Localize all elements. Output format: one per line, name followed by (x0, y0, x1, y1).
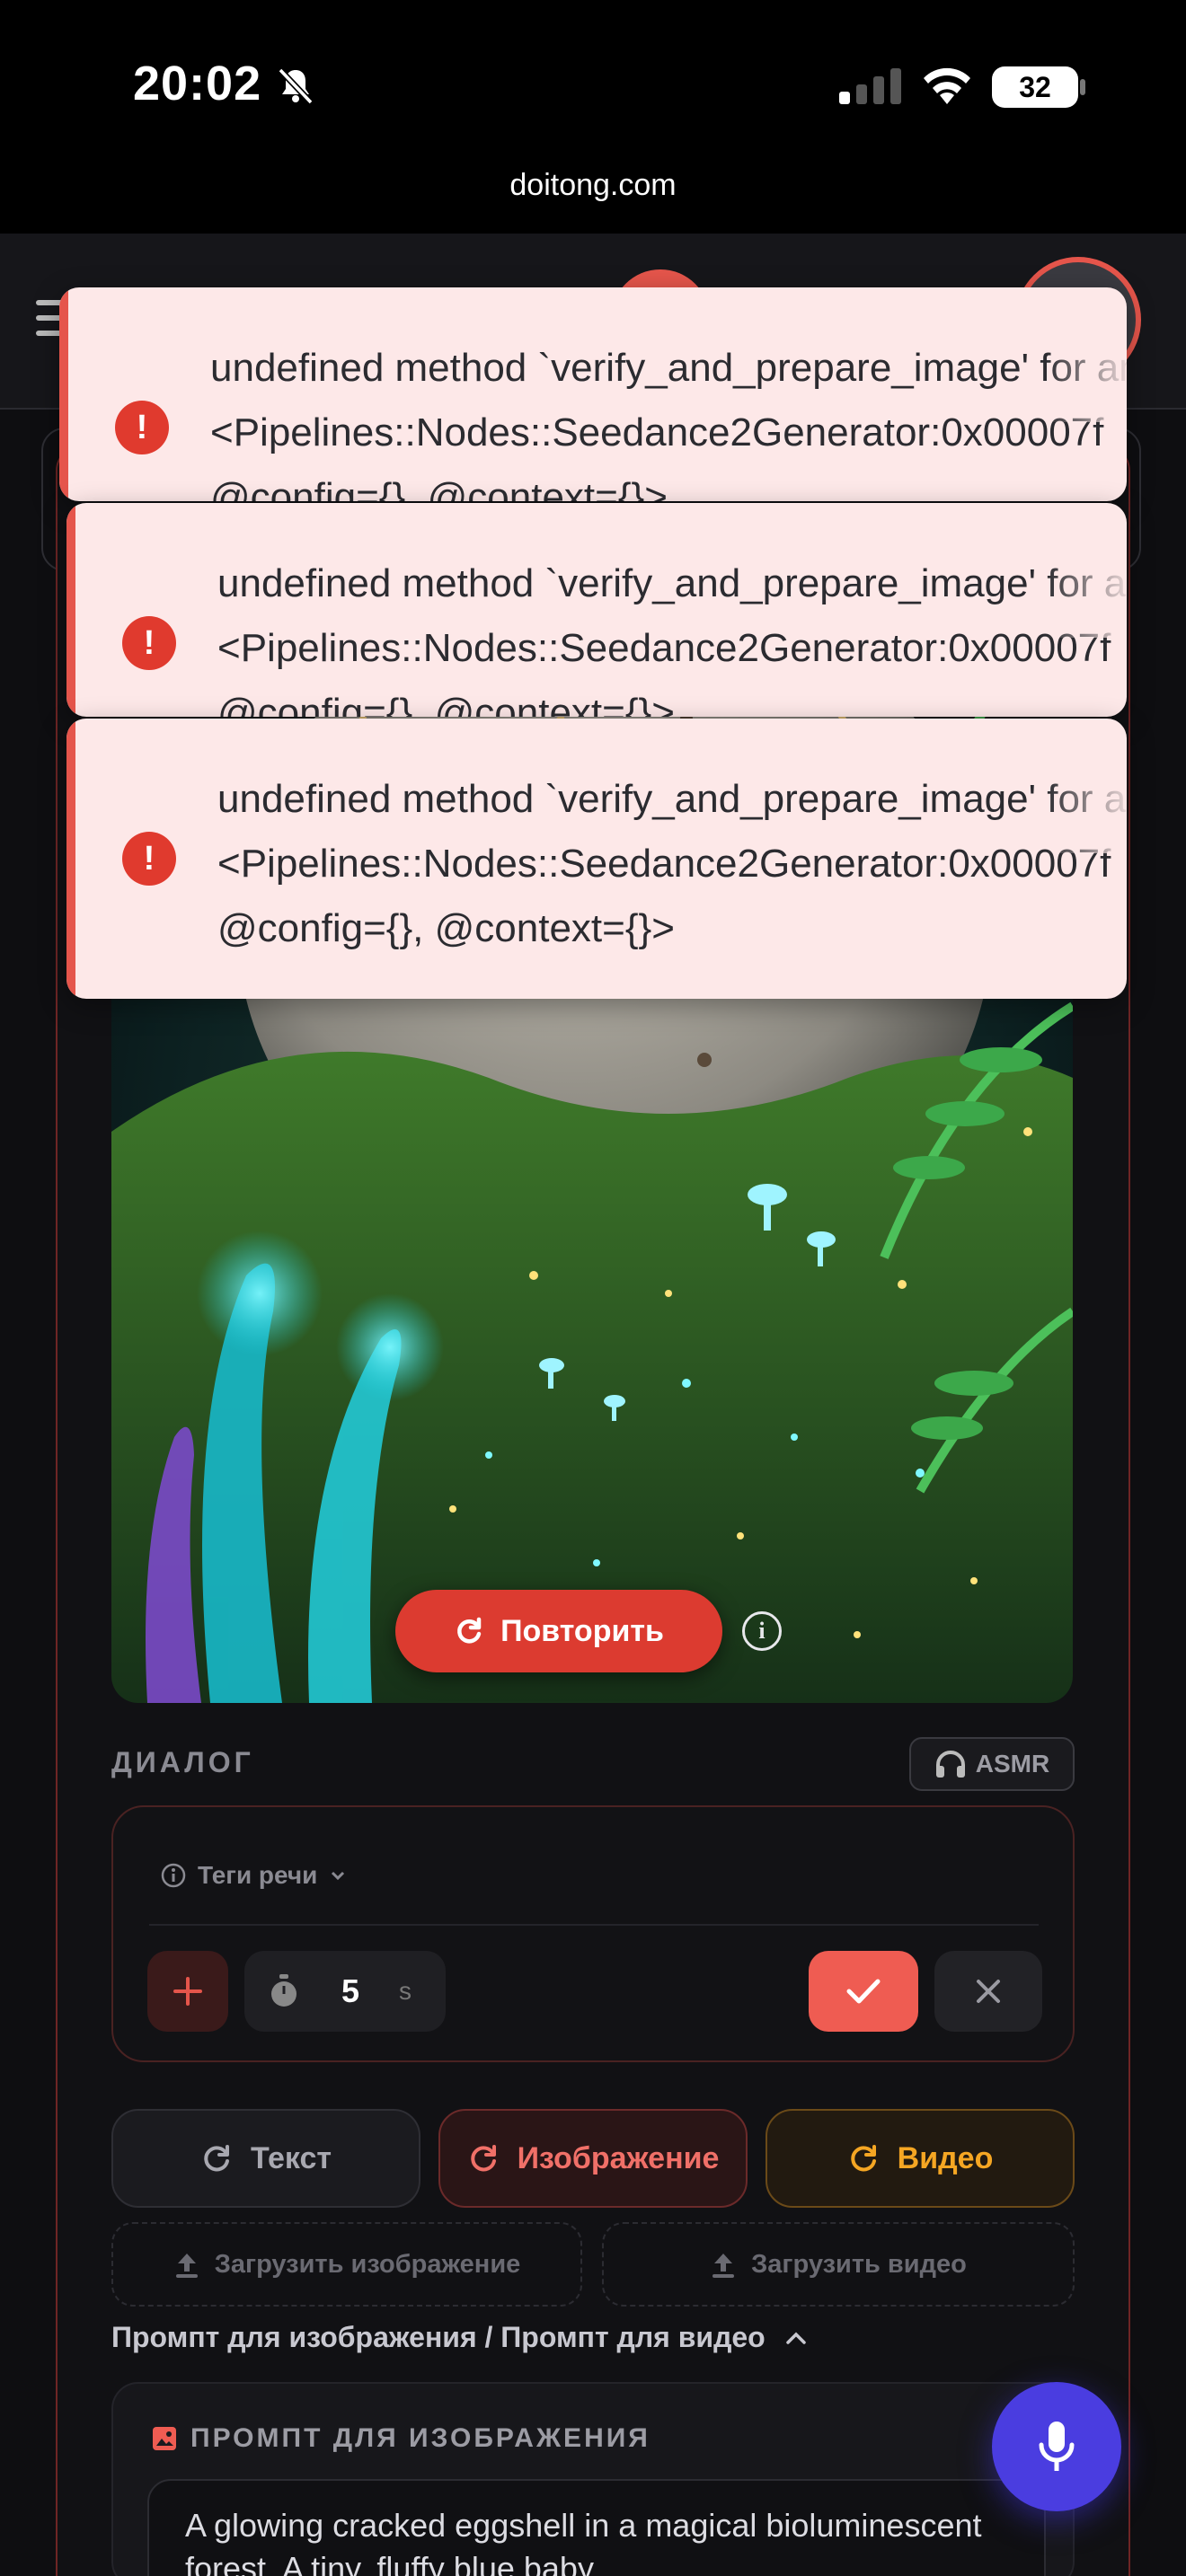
regenerate-image-label: Изображение (517, 2140, 720, 2175)
retry-button[interactable]: Повторить (395, 1590, 722, 1672)
battery-cap (1080, 79, 1085, 95)
image-icon (153, 2427, 176, 2450)
info-circle-icon (161, 1863, 186, 1888)
upload-icon (175, 2254, 198, 2278)
upload-video-label: Загрузить видео (751, 2249, 967, 2279)
status-time: 20:02 (133, 57, 262, 110)
bell-muted-icon (278, 67, 314, 105)
divider (149, 1924, 1039, 1926)
wifi-icon (924, 67, 970, 104)
voice-input-button[interactable] (992, 2382, 1121, 2511)
asmr-toggle[interactable]: ASMR (909, 1737, 1075, 1791)
info-icon[interactable]: i (742, 1611, 782, 1651)
regenerate-text-button[interactable]: Текст (111, 2109, 420, 2208)
plus-icon (173, 1977, 202, 2006)
confirm-button[interactable] (809, 1951, 918, 2032)
chevron-down-icon (332, 1871, 345, 1881)
error-toast[interactable]: ! undefined method `verify_and_prepare_i… (66, 719, 1127, 999)
battery-indicator: 32 (992, 66, 1078, 108)
toast-fade (1046, 539, 1127, 638)
close-icon (977, 1980, 1000, 2003)
toast-fade (1046, 754, 1127, 853)
refresh-icon (204, 2145, 229, 2172)
regenerate-row: Текст Изображение Видео (111, 2109, 1075, 2208)
regenerate-text-label: Текст (250, 2140, 332, 2175)
asmr-label: ASMR (975, 1750, 1050, 1778)
upload-image-button[interactable]: Загрузить изображение (111, 2222, 582, 2307)
refresh-icon (457, 1617, 482, 1644)
refresh-icon (470, 2145, 496, 2172)
duration-value: 5 (341, 1972, 360, 2009)
regenerate-image-button[interactable]: Изображение (438, 2109, 748, 2208)
speech-tags-dropdown[interactable]: Теги речи (160, 1861, 348, 1890)
dialog-editor: Теги речи 5 s (111, 1805, 1075, 2062)
prompt-toggle-label: Промпт для изображения / Промпт для виде… (111, 2321, 766, 2353)
image-prompt-card: ПРОМПТ ДЛЯ ИЗОБРАЖЕНИЯ A glowing cracked… (111, 2382, 1075, 2576)
cellular-signal-icon (839, 68, 901, 104)
duration-unit: s (399, 1977, 412, 2005)
url-text: doitong.com (509, 168, 677, 202)
retry-label: Повторить (500, 1613, 664, 1648)
toast-message: undefined method `verify_and_prepare_ima… (210, 346, 1127, 501)
add-line-button[interactable] (147, 1951, 228, 2032)
error-toast[interactable]: ! undefined method `verify_and_prepare_i… (59, 287, 1127, 501)
error-icon: ! (122, 616, 176, 670)
status-bar: 20:02 32 (0, 0, 1186, 162)
dialog-section-title: ДИАЛОГ (111, 1746, 254, 1778)
chevron-up-icon (785, 2332, 806, 2344)
error-icon: ! (122, 832, 176, 886)
toast-fade (1046, 323, 1127, 422)
toast-message: undefined method `verify_and_prepare_ima… (217, 777, 1127, 950)
upload-image-label: Загрузить изображение (214, 2249, 521, 2279)
duration-input[interactable]: 5 s (244, 1951, 446, 2032)
stopwatch-icon (271, 1974, 296, 2007)
regenerate-video-button[interactable]: Видео (766, 2109, 1075, 2208)
microphone-icon (1039, 2422, 1075, 2471)
check-icon (846, 1979, 881, 2004)
image-prompt-heading: ПРОМПТ ДЛЯ ИЗОБРАЖЕНИЯ (151, 2423, 651, 2454)
upload-video-button[interactable]: Загрузить видео (602, 2222, 1075, 2307)
cancel-button[interactable] (934, 1951, 1042, 2032)
regenerate-video-label: Видео (897, 2140, 994, 2175)
upload-icon (712, 2254, 735, 2278)
image-prompt-textarea[interactable]: A glowing cracked eggshell in a magical … (147, 2479, 1046, 2576)
refresh-icon (850, 2145, 876, 2172)
toast-message: undefined method `verify_and_prepare_ima… (217, 561, 1127, 717)
browser-url-bar[interactable]: doitong.com (0, 162, 1186, 234)
error-icon: ! (115, 401, 169, 454)
error-toast[interactable]: ! undefined method `verify_and_prepare_i… (66, 503, 1127, 717)
speech-tags-label: Теги речи (198, 1861, 318, 1889)
prompt-section-toggle[interactable]: Промпт для изображения / Промпт для виде… (111, 2321, 809, 2354)
battery-level: 32 (1019, 70, 1051, 103)
headphones-icon (935, 1751, 965, 1778)
image-prompt-heading-label: ПРОМПТ ДЛЯ ИЗОБРАЖЕНИЯ (190, 2423, 651, 2453)
